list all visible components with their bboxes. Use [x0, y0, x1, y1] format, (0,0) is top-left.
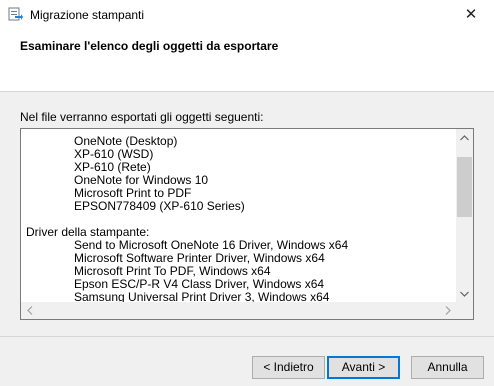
export-list[interactable]: OneNote (Desktop) XP-610 (WSD) XP-610 (R… — [20, 128, 474, 320]
printer-migration-icon — [8, 7, 23, 21]
chevron-up-icon[interactable] — [456, 129, 473, 146]
close-icon: ✕ — [464, 6, 478, 23]
window-title: Migrazione stampanti — [30, 8, 145, 22]
horizontal-scrollbar[interactable] — [21, 302, 456, 319]
next-button[interactable]: Avanti > — [327, 356, 400, 379]
cancel-button[interactable]: Annulla — [411, 356, 484, 379]
list-item-driver: Samsung Universal Print Driver 3, Window… — [74, 290, 330, 303]
intro-text: Nel file verranno esportati gli oggetti … — [20, 110, 264, 124]
footer-divider — [0, 336, 494, 337]
vertical-scrollbar[interactable] — [456, 129, 473, 302]
export-list-content: OneNote (Desktop) XP-610 (WSD) XP-610 (R… — [21, 129, 456, 303]
back-button[interactable]: < Indietro — [252, 356, 325, 379]
scrollbar-thumb[interactable] — [457, 157, 472, 217]
wizard-header: Esaminare l'elenco degli oggetti da espo… — [0, 30, 494, 92]
chevron-down-icon[interactable] — [456, 285, 473, 302]
scrollbar-corner — [456, 302, 473, 319]
list-item-printer: EPSON778409 (XP-610 Series) — [74, 199, 245, 213]
chevron-right-icon[interactable] — [439, 302, 456, 319]
title-bar: Migrazione stampanti ✕ — [0, 0, 494, 30]
close-button[interactable]: ✕ — [448, 0, 494, 30]
page-title: Esaminare l'elenco degli oggetti da espo… — [20, 39, 279, 53]
chevron-left-icon[interactable] — [21, 302, 38, 319]
